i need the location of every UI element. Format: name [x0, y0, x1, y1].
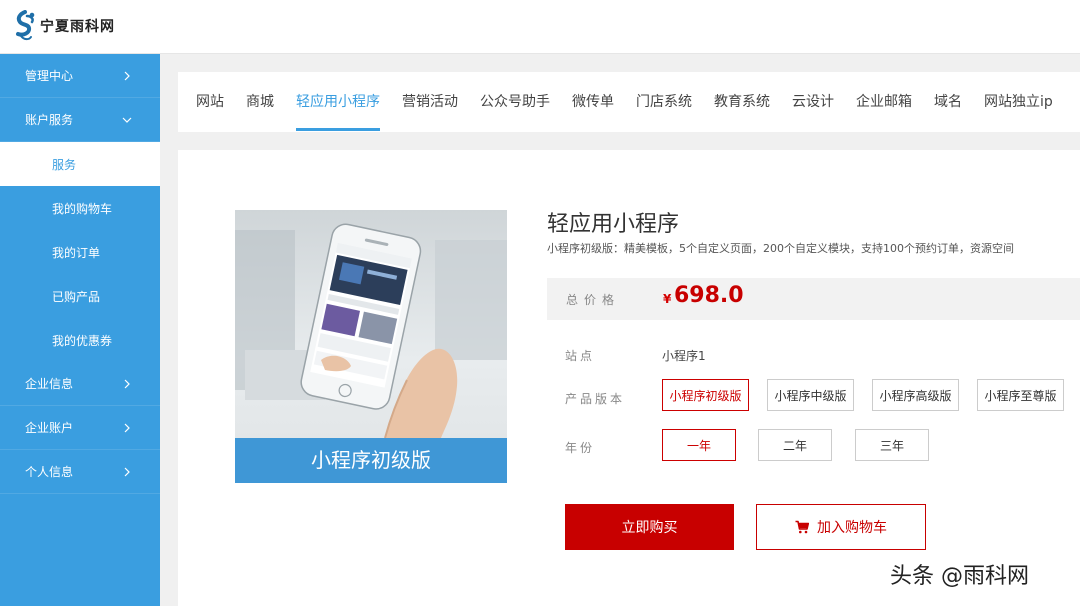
product-description: 小程序初级版：精美模板，5个自定义页面，200个自定义模块，支持100个预约订单… [547, 242, 1014, 255]
cart-icon [795, 520, 809, 534]
logo-icon [16, 10, 35, 41]
sidebar-item[interactable]: 企业信息 [0, 362, 160, 406]
add-to-cart-label: 加入购物车 [817, 520, 887, 536]
version-option[interactable]: 小程序初级版 [662, 379, 749, 411]
tab[interactable]: 商城 [246, 72, 274, 132]
year-label: 年份 [565, 441, 596, 455]
tab[interactable]: 教育系统 [714, 72, 770, 132]
chevron-right-icon [124, 71, 130, 81]
product-title: 轻应用小程序 [547, 212, 680, 237]
sidebar-item-label: 企业信息 [25, 377, 74, 391]
tab[interactable]: 微传单 [572, 72, 614, 132]
site-label: 站点 [565, 349, 596, 363]
sidebar: 管理中心账户服务服务我的购物车我的订单已购产品我的优惠券企业信息企业账户个人信息 [0, 54, 160, 606]
price-label: 总价格 [566, 293, 621, 307]
sidebar-item[interactable]: 我的购物车 [0, 186, 160, 230]
tab[interactable]: 域名 [934, 72, 962, 132]
sidebar-item-label: 我的购物车 [52, 201, 113, 216]
sidebar-item[interactable]: 管理中心 [0, 54, 160, 98]
product-image-caption: 小程序初级版 [235, 438, 507, 483]
sidebar-item[interactable]: 我的优惠券 [0, 318, 160, 362]
tab[interactable]: 轻应用小程序 [296, 72, 380, 132]
sidebar-item-label: 我的优惠券 [52, 333, 113, 348]
sidebar-item-label: 已购产品 [52, 289, 101, 304]
chevron-down-icon [122, 117, 132, 123]
sidebar-item-label: 我的订单 [52, 245, 101, 260]
sidebar-item-label: 企业账户 [25, 421, 74, 435]
product-image: 小程序初级版 [235, 210, 507, 483]
site-value: 小程序1 [662, 349, 706, 363]
tab[interactable]: 网站 [196, 72, 224, 132]
currency-symbol: ¥ [663, 292, 672, 306]
brand-logo[interactable]: 宁夏雨科网 [12, 8, 115, 44]
tab[interactable]: 公众号助手 [480, 72, 550, 132]
year-option[interactable]: 三年 [855, 429, 929, 461]
sidebar-item[interactable]: 已购产品 [0, 274, 160, 318]
product-panel: 小程序初级版 轻应用小程序 小程序初级版：精美模板，5个自定义页面，200个自定… [178, 150, 1080, 606]
brand-name: 宁夏雨科网 [40, 19, 115, 35]
product-category-tabs: 网站 商城 轻应用小程序 营销活动 公众号助手 微传单 门店系统 教育系统 云设计 企业邮箱 域名网… [178, 72, 1080, 132]
tab[interactable]: 营销活动 [402, 72, 458, 132]
top-bar: 宁夏雨科网 [0, 0, 1080, 54]
version-label: 产品版本 [565, 392, 626, 406]
add-to-cart-button[interactable]: 加入购物车 [756, 504, 926, 550]
tab[interactable]: 门店系统 [636, 72, 692, 132]
sidebar-item-label: 服务 [52, 157, 77, 172]
sidebar-item-label: 个人信息 [25, 465, 74, 479]
chevron-right-icon [124, 379, 130, 389]
watermark: 头条 @雨科网 [890, 564, 1029, 589]
chevron-right-icon [124, 423, 130, 433]
price-value: 698.0 [674, 283, 744, 308]
sidebar-item[interactable]: 企业账户 [0, 406, 160, 450]
price-box: 总价格 ¥ 698.0 [547, 278, 1080, 320]
tab[interactable]: 云设计 [792, 72, 834, 132]
tab[interactable]: 企业邮箱 [856, 72, 912, 132]
chevron-right-icon [124, 467, 130, 477]
year-option[interactable]: 二年 [758, 429, 832, 461]
version-option[interactable]: 小程序高级版 [872, 379, 959, 411]
sidebar-item[interactable]: 服务 [0, 142, 160, 186]
buy-now-label: 立即购买 [621, 520, 678, 536]
sidebar-item[interactable]: 账户服务 [0, 98, 160, 142]
buy-now-button[interactable]: 立即购买 [565, 504, 734, 550]
sidebar-item[interactable]: 个人信息 [0, 450, 160, 494]
sidebar-item[interactable]: 我的订单 [0, 230, 160, 274]
sidebar-item-label: 管理中心 [25, 69, 74, 83]
sidebar-item-label: 账户服务 [25, 113, 74, 127]
tab[interactable]: 网站独立ip [984, 72, 1053, 132]
version-option[interactable]: 小程序中级版 [767, 379, 854, 411]
year-option[interactable]: 一年 [662, 429, 736, 461]
version-option[interactable]: 小程序至尊版 [977, 379, 1064, 411]
